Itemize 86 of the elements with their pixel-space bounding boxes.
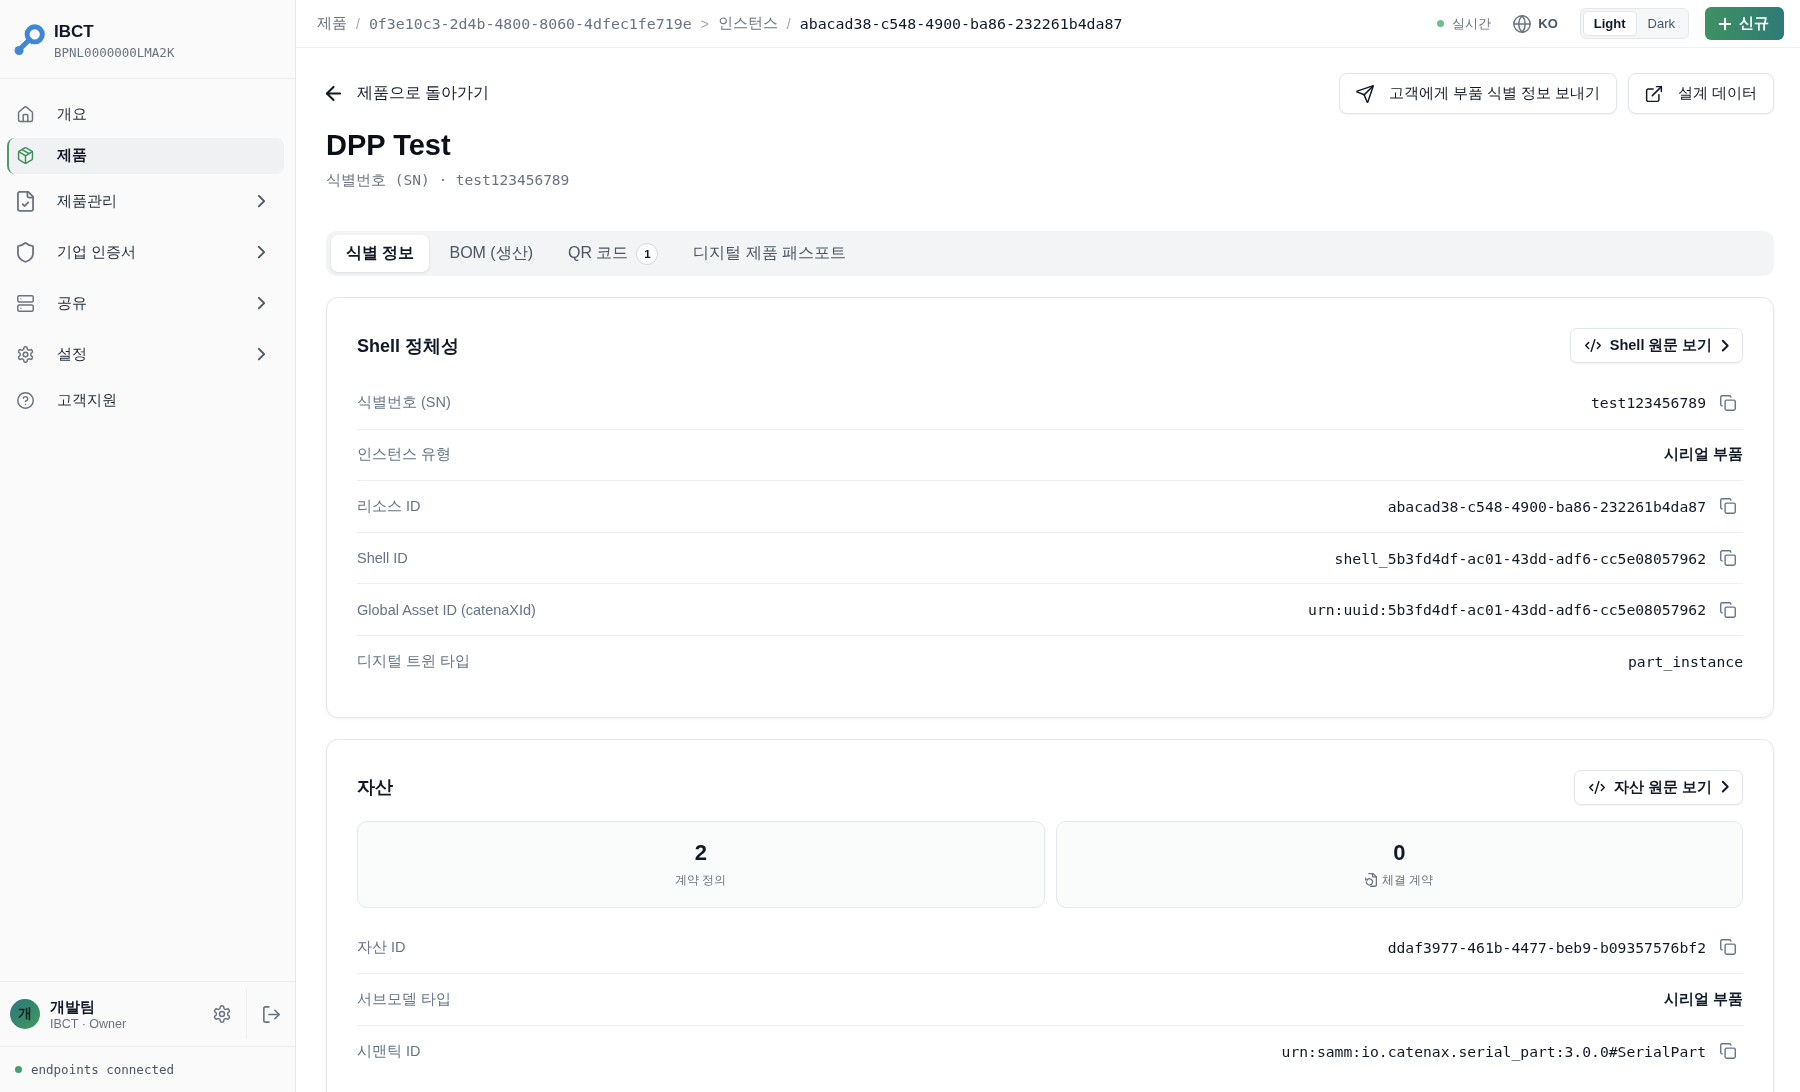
nav-item[interactable]: 제품관리 — [7, 183, 284, 220]
logo-icon — [14, 26, 42, 56]
paper-plane-icon — [1355, 84, 1374, 103]
field-value: 시리얼 부품 — [1663, 989, 1743, 1009]
breadcrumb-separator: / — [356, 15, 360, 32]
copy-icon[interactable] — [1720, 939, 1736, 956]
field-label: 리소스 ID — [357, 497, 421, 516]
tab[interactable]: QR 코드 1 — [553, 235, 674, 272]
new-button[interactable]: 신규 — [1705, 7, 1784, 40]
breadcrumb-current: abacad38-c548-4900-ba86-232261b4da87 — [799, 14, 1123, 33]
copy-icon[interactable] — [1720, 1043, 1736, 1060]
copy-icon[interactable] — [1720, 550, 1736, 567]
field-value: urn:samm:io.catenax.serial_part:3.0.0#SerialPart — [1281, 1042, 1706, 1060]
breadcrumb-link[interactable]: 제품 — [317, 14, 347, 33]
count-badge: 1 — [636, 242, 659, 265]
avatar: 개 — [10, 999, 40, 1029]
nav-item[interactable]: 공유 — [7, 285, 284, 322]
field-label: 디지털 트윈 타입 — [357, 651, 471, 671]
field-value: 시리얼 부품 — [1663, 445, 1743, 465]
stat-label: 계약 정의 — [675, 871, 727, 889]
field-label: 식별번호 (SN) — [357, 393, 451, 413]
chevron-right-icon — [1721, 781, 1728, 793]
settings-icon[interactable] — [213, 1005, 231, 1023]
code-icon — [1584, 338, 1601, 353]
nav-item[interactable]: 기업 인증서 — [7, 234, 284, 271]
page-subtitle: 식별번호 (SN) · test123456789 — [326, 171, 571, 190]
copy-icon[interactable] — [1720, 601, 1736, 618]
view-source-button[interactable]: Shell 원문 보기 — [1569, 328, 1743, 363]
breadcrumb-separator: > — [700, 15, 709, 32]
theme-option[interactable]: Dark — [1636, 11, 1686, 36]
field-value: shell_5b3fd4df-ac01-43dd-adf6-cc5e08057962 — [1334, 549, 1706, 567]
copy-icon[interactable] — [1720, 498, 1736, 515]
nav-item[interactable]: 설정 — [7, 336, 284, 373]
breadcrumb-separator: / — [786, 15, 791, 32]
cube-icon — [17, 147, 34, 164]
stat-value: 2 — [694, 839, 707, 866]
nav-item[interactable]: 개요 — [7, 96, 284, 133]
back-link[interactable]: 제품으로 돌아가기 — [326, 83, 490, 104]
action-button[interactable]: 설계 데이터 — [1627, 73, 1774, 114]
tab[interactable]: BOM (생산) — [434, 235, 548, 272]
nav-item[interactable]: 제품 — [7, 137, 284, 174]
live-label: 실시간 — [1452, 14, 1492, 33]
tab[interactable]: 디지털 제품 패스포트 — [678, 235, 862, 272]
field-label: Shell ID — [357, 550, 408, 567]
globe-icon — [1513, 14, 1532, 33]
user-name: 개발팀 — [50, 996, 96, 1016]
field-label: 서브모델 타입 — [357, 989, 452, 1009]
tab[interactable]: 식별 정보 — [331, 235, 430, 272]
stat-label: 체결 계약 — [1382, 871, 1434, 889]
question-circle-icon — [17, 392, 34, 409]
field-value: urn:uuid:5b3fd4df-ac01-43dd-adf6-cc5e08057962 — [1308, 601, 1706, 619]
nav-item[interactable]: 고객지원 — [7, 382, 284, 419]
field-value: part_instance — [1628, 652, 1743, 670]
theme-option[interactable]: Light — [1582, 11, 1637, 36]
external-link-icon — [1644, 84, 1663, 103]
breadcrumb-link[interactable]: 0f3e10c3-2d4b-4800-8060-4dfec1fe719e — [368, 14, 692, 33]
breadcrumb-link[interactable]: 인스턴스 — [717, 14, 778, 33]
card-title: 자산 — [357, 776, 393, 800]
stat-value: 0 — [1393, 839, 1406, 866]
field-value: ddaf3977-461b-4477-beb9-b09357576bf2 — [1387, 938, 1706, 956]
field-label: Global Asset ID (catenaXId) — [357, 601, 536, 618]
document-arrow-icon — [1365, 873, 1378, 887]
view-source-button[interactable]: 자산 원문 보기 — [1574, 769, 1743, 805]
connection-status: endpoints connected — [31, 1062, 174, 1077]
brand-id: BPNL0000000LMA2K — [54, 43, 175, 62]
logout-icon[interactable] — [262, 1005, 280, 1023]
server-icon — [17, 295, 34, 312]
plus-icon — [1719, 17, 1731, 30]
card-title: Shell 정체성 — [357, 334, 459, 358]
field-label: 인스턴스 유형 — [357, 445, 452, 465]
field-value: abacad38-c548-4900-ba86-232261b4da87 — [1387, 498, 1706, 515]
language-button[interactable]: KO — [1513, 14, 1558, 33]
chevron-right-icon — [1721, 339, 1728, 352]
user-role: IBCT · Owner — [50, 1015, 128, 1032]
house-icon — [17, 106, 34, 123]
brand-name: IBCT — [54, 20, 95, 42]
document-check-icon — [17, 191, 34, 212]
action-button[interactable]: 고객에게 부품 식별 정보 보내기 — [1338, 73, 1617, 114]
gear-icon — [17, 346, 34, 363]
field-value: test123456789 — [1591, 394, 1706, 412]
copy-icon[interactable] — [1720, 394, 1736, 411]
page-title: DPP Test — [326, 128, 452, 163]
field-label: 시맨틱 ID — [357, 1041, 421, 1061]
shield-icon — [17, 242, 34, 263]
field-label: 자산 ID — [357, 937, 406, 957]
code-icon — [1589, 780, 1606, 794]
